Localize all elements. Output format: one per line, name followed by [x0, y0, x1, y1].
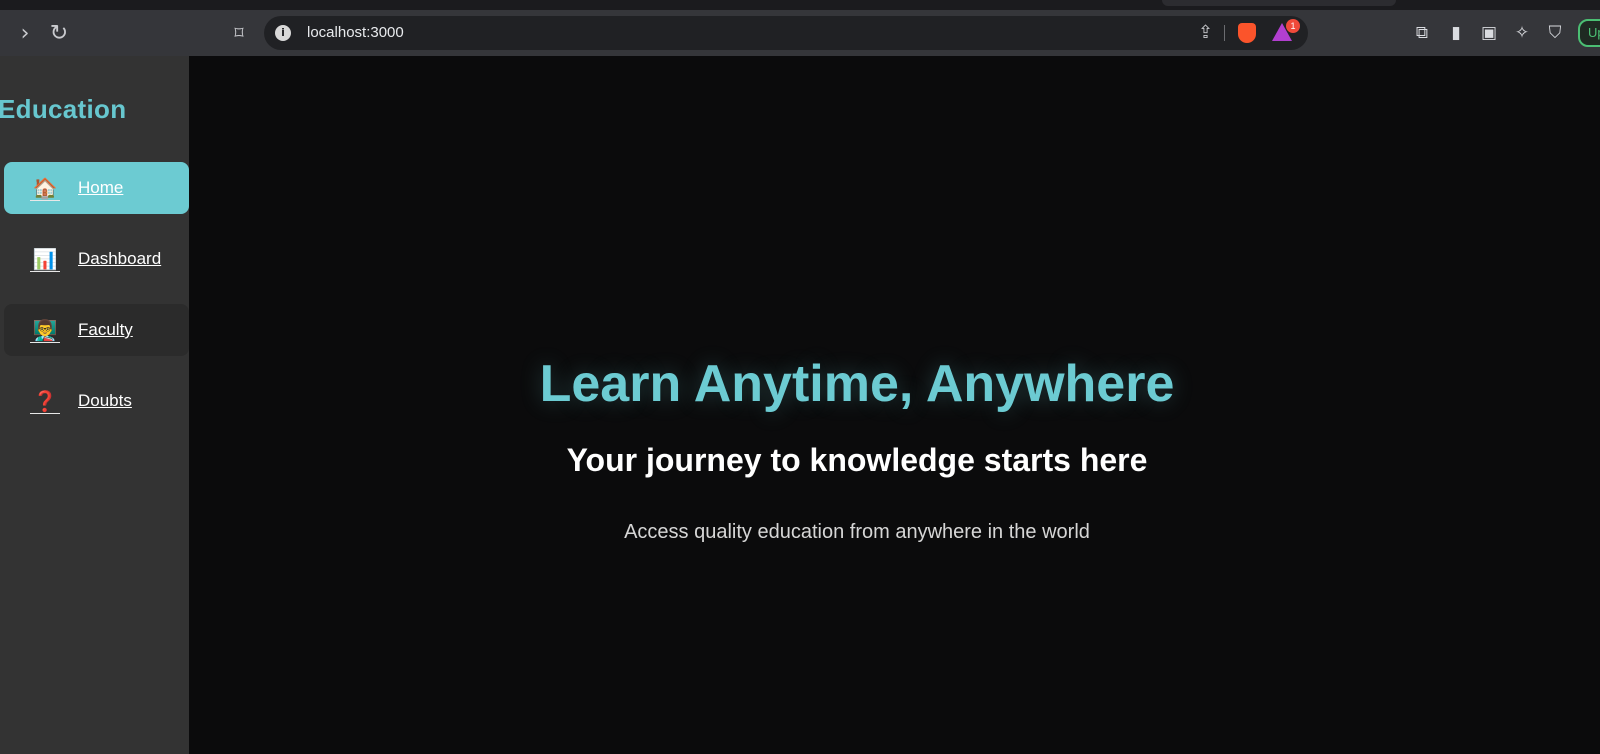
share-icon[interactable]: ⇪ [1198, 16, 1213, 50]
update-button[interactable]: Up [1578, 19, 1600, 47]
brave-lion-icon[interactable] [1238, 23, 1256, 43]
bookmark-icon[interactable]: ⌑ [222, 10, 256, 56]
sidebar: Education 🏠 Home 📊 Dashboard 👨‍🏫 Faculty… [0, 56, 189, 754]
sidebar-item-label[interactable]: Faculty [78, 320, 133, 340]
sidebar-item-label[interactable]: Dashboard [78, 249, 161, 269]
sidebar-item-faculty[interactable]: 👨‍🏫 Faculty [4, 304, 189, 356]
browser-tab-edge[interactable] [1162, 0, 1396, 6]
hero-description: Access quality education from anywhere i… [624, 521, 1090, 543]
sidebar-item-doubts[interactable]: ❓ Doubts [4, 375, 189, 427]
hero-section: Learn Anytime, Anywhere Your journey to … [189, 56, 1600, 754]
browser-toolbar: › ↻ ⌑ i localhost:3000 ⇪ 1 ⧉ ▮ ▣ ✧ ⛉ Up [0, 10, 1600, 56]
chevron-right-icon[interactable]: › [8, 10, 42, 56]
question-mark-icon: ❓ [30, 388, 60, 414]
hero-subtitle: Your journey to knowledge starts here [566, 442, 1148, 478]
hero-title: Learn Anytime, Anywhere [539, 355, 1175, 413]
brand-title: Education [0, 94, 127, 124]
rewards-badge: 1 [1286, 19, 1300, 33]
teacher-icon: 👨‍🏫 [30, 317, 60, 343]
sidebar-item-label[interactable]: Doubts [78, 391, 132, 411]
shield-icon[interactable]: ⛉ [1540, 10, 1570, 56]
bar-chart-icon: 📊 [30, 246, 60, 272]
sidebar-item-dashboard[interactable]: 📊 Dashboard [4, 233, 189, 285]
puzzle-icon[interactable]: ⧉ [1407, 10, 1437, 56]
house-icon: 🏠 [30, 175, 60, 201]
address-bar[interactable]: i localhost:3000 ⇪ 1 [264, 16, 1308, 50]
sidebar-icon[interactable]: ▮ [1441, 10, 1471, 56]
sidebar-item-home[interactable]: 🏠 Home [4, 162, 189, 214]
reload-icon[interactable]: ↻ [42, 10, 76, 56]
url-text[interactable]: localhost:3000 [307, 16, 404, 50]
wallet-icon[interactable]: ▣ [1474, 10, 1504, 56]
sidebar-item-label[interactable]: Home [78, 178, 123, 198]
info-icon[interactable]: i [275, 25, 291, 41]
app-page: Education 🏠 Home 📊 Dashboard 👨‍🏫 Faculty… [0, 56, 1600, 754]
browser-top-strip [0, 0, 1600, 10]
sparkle-icon[interactable]: ✧ [1507, 10, 1537, 56]
omnibox-divider [1224, 25, 1225, 41]
